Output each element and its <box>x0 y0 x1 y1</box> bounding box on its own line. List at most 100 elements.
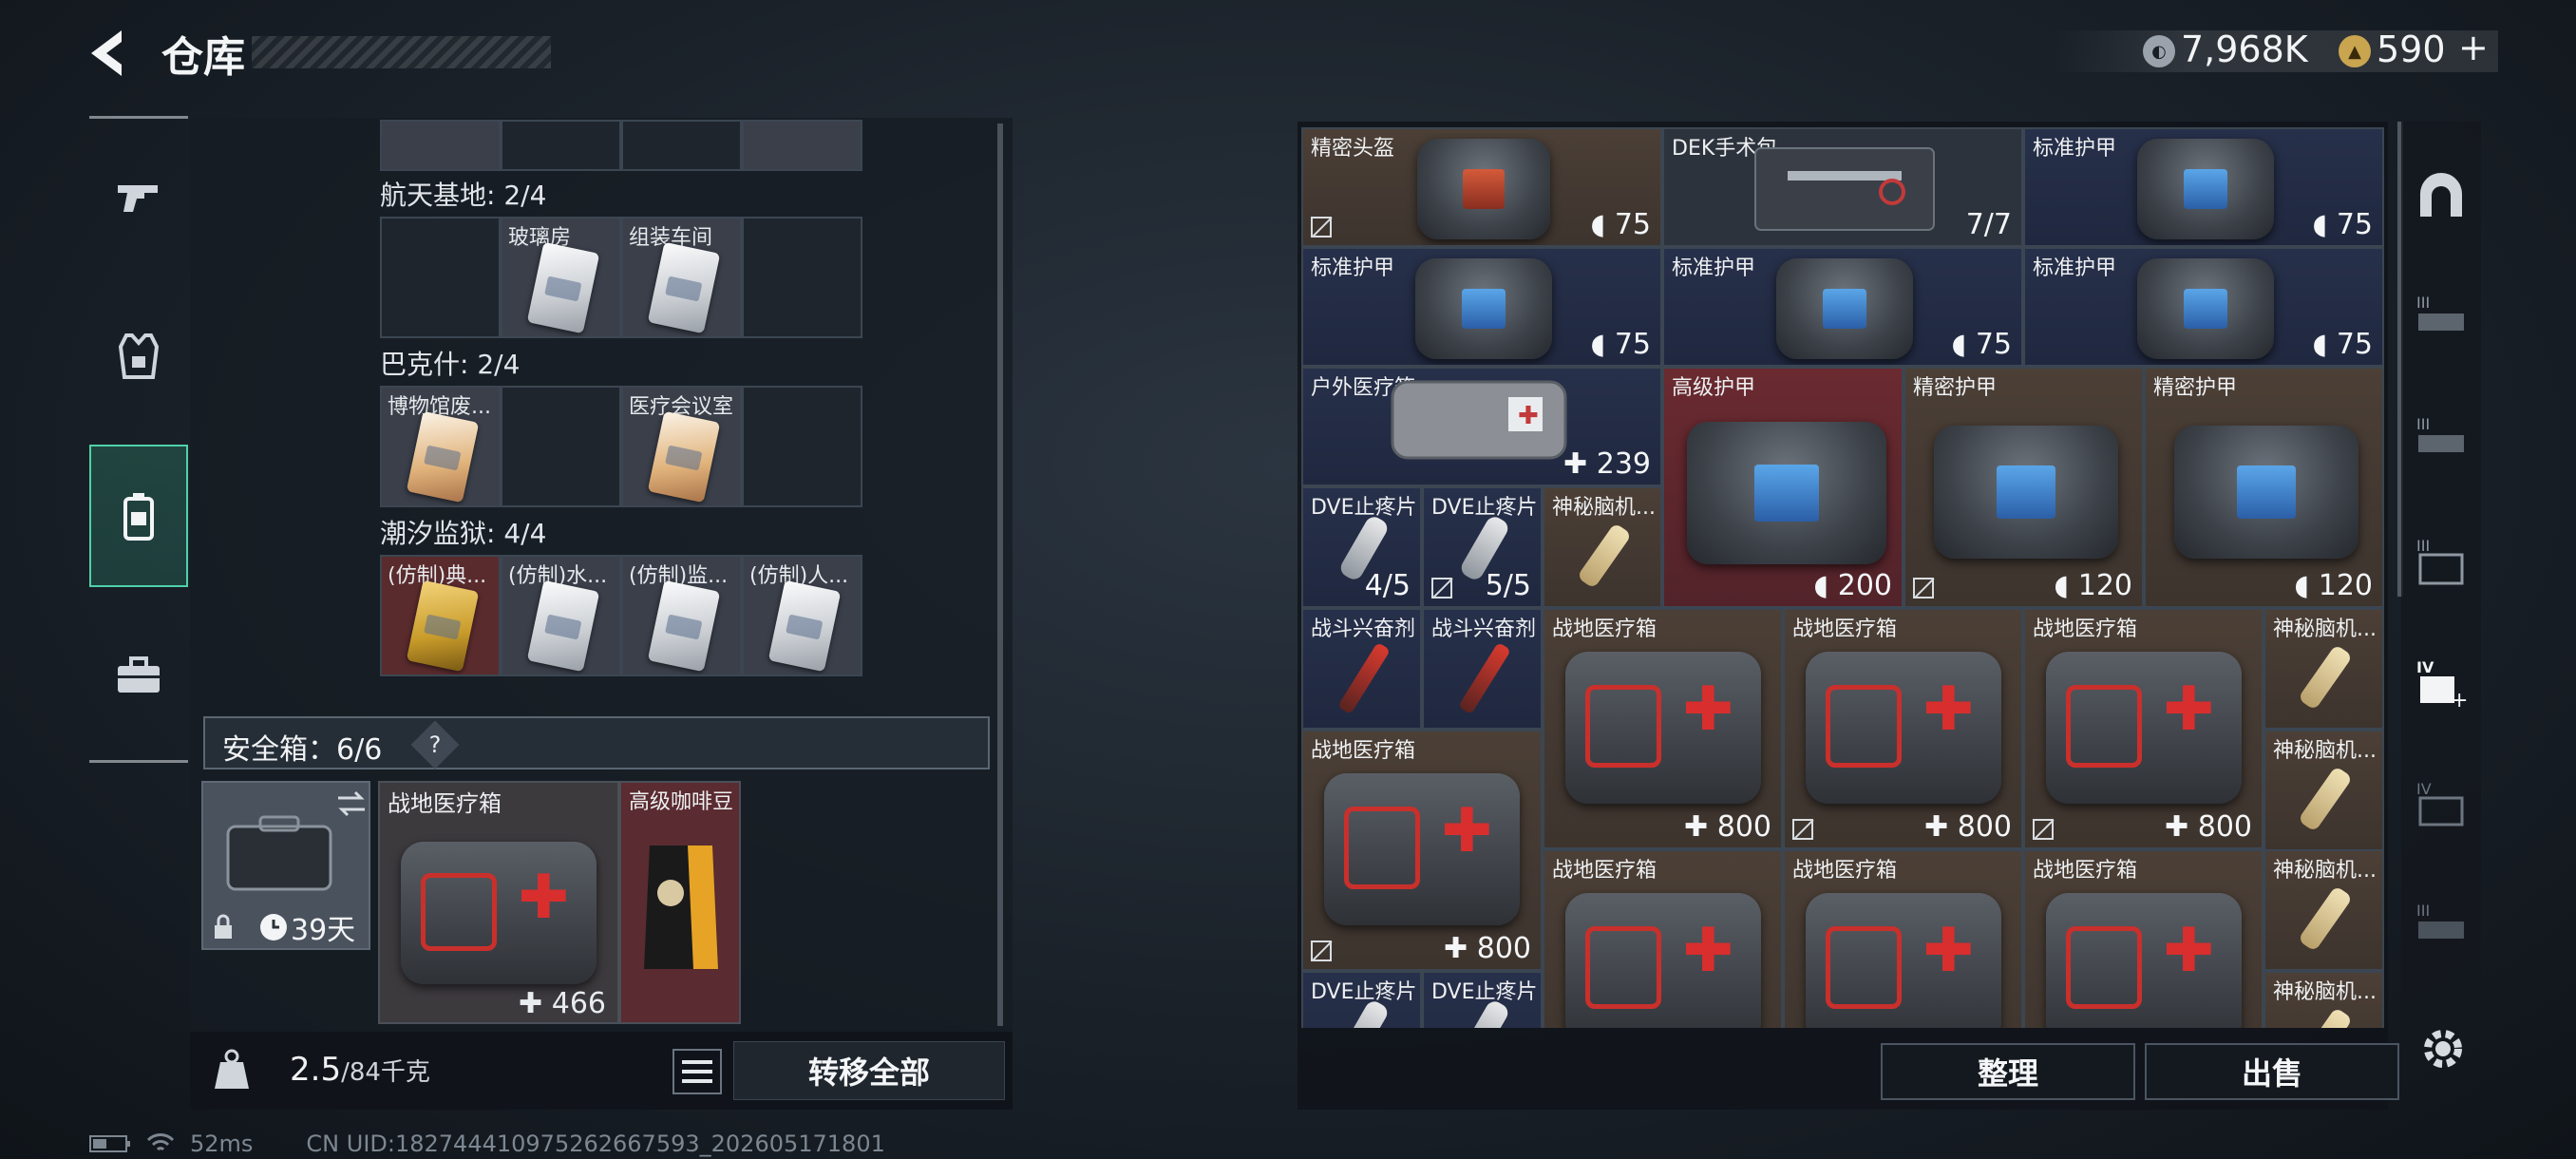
back-arrow-icon[interactable] <box>84 27 141 80</box>
keycard-icon <box>526 241 600 334</box>
title-decoration <box>252 36 551 68</box>
item-cell[interactable]: DEK手术包 7/7 <box>1662 127 2023 247</box>
durability: ◖ 75 <box>2312 328 2373 361</box>
left-scrollbar[interactable] <box>997 124 1003 1026</box>
item-cell[interactable]: 户外医疗箱 ✚ ✚ 239 <box>1301 367 1662 486</box>
item-name: 战地医疗箱 <box>1311 739 1416 763</box>
item-cell[interactable]: 战地医疗箱 ✚ 800 <box>1783 608 2023 849</box>
add-currency-button[interactable]: + <box>2458 27 2489 68</box>
item-slot[interactable] <box>621 120 742 171</box>
help-button[interactable]: ? <box>410 720 460 770</box>
item-cell[interactable]: 标准护甲 ◖ 75 <box>1662 247 2023 367</box>
item-cell[interactable]: 标准护甲 ◖ 75 <box>2023 247 2384 367</box>
item-cell[interactable]: 精密头盔 ◖ 75 <box>1301 127 1662 247</box>
item-slot[interactable]: (仿制)监... <box>621 555 742 676</box>
item-slot[interactable] <box>501 120 621 171</box>
safe-item-slot[interactable]: 战地医疗箱 ✚ 466 <box>378 781 619 1024</box>
swap-icon[interactable] <box>336 790 367 817</box>
medkit-icon <box>2046 652 2242 804</box>
category-nav <box>89 116 188 763</box>
days-remaining: 39天 <box>291 914 356 947</box>
item-cell[interactable]: 战地医疗箱 <box>2023 849 2263 1028</box>
item-cell[interactable]: 神秘脑机... <box>2263 849 2384 971</box>
storage-tab-iii-icon[interactable]: III <box>2415 291 2468 344</box>
surgery-kit-icon <box>1754 147 1935 231</box>
stimulant-icon <box>1458 641 1511 715</box>
uses: 5/5 <box>1485 569 1531 602</box>
page-title: 仓库 <box>161 33 245 82</box>
item-slot[interactable]: 组装车间 <box>621 217 742 338</box>
nav-case[interactable] <box>89 604 188 747</box>
storage-tab-iii-icon[interactable]: III <box>2415 412 2468 466</box>
item-cell[interactable]: DVE止疼片 <box>1422 971 1543 1028</box>
item-slot[interactable] <box>742 120 862 171</box>
item-slot[interactable] <box>501 386 621 507</box>
item-cell[interactable]: 战地医疗箱 ✚ 800 <box>1301 730 1543 971</box>
safe-case-slot[interactable]: 39天 <box>201 781 370 950</box>
help-icon: ? <box>428 732 442 758</box>
item-slot[interactable] <box>380 217 501 338</box>
category-label: 巴克什: 2/4 <box>380 349 521 380</box>
armor-icon <box>1934 426 2118 559</box>
safe-item-slot[interactable]: 高级咖啡豆 <box>619 781 741 1024</box>
item-cell[interactable]: 标准护甲 ◖ 75 <box>1301 247 1662 367</box>
medkit-icon <box>1565 893 1761 1028</box>
list-view-button[interactable] <box>672 1049 722 1094</box>
storage-tab-iv-icon[interactable]: IV <box>2415 777 2468 830</box>
nav-equipment[interactable] <box>89 285 188 428</box>
settings-gear-icon[interactable] <box>2418 1024 2468 1074</box>
item-cell[interactable]: 战斗兴奋剂 <box>1301 608 1422 730</box>
item-cell[interactable]: 神秘脑机... <box>1543 486 1662 608</box>
transfer-all-button[interactable]: 转移全部 <box>733 1041 1005 1100</box>
medkit-icon <box>401 842 597 984</box>
slot-row: 玻璃房 组装车间 <box>380 217 862 338</box>
svg-text:✚: ✚ <box>1518 402 1539 430</box>
item-cell[interactable]: 神秘脑机... <box>2263 608 2384 730</box>
sort-button[interactable]: 整理 <box>1881 1043 2135 1100</box>
item-value: ✚ 466 <box>519 987 606 1020</box>
item-cell[interactable]: 标准护甲 ◖ 75 <box>2023 127 2384 247</box>
item-slot[interactable] <box>380 120 501 171</box>
gold-amount: 590 <box>2377 28 2446 70</box>
sell-button[interactable]: 出售 <box>2145 1043 2399 1100</box>
item-cell[interactable]: 精密护甲 ◖ 120 <box>2144 367 2384 608</box>
item-slot[interactable] <box>742 386 862 507</box>
storage-tab-iii-icon[interactable]: III <box>2415 534 2468 587</box>
item-slot[interactable]: (仿制)水... <box>501 555 621 676</box>
nav-divider <box>89 116 188 119</box>
ping: 52ms <box>190 1130 254 1157</box>
svg-text:III: III <box>2416 415 2430 433</box>
nav-backpack[interactable] <box>89 445 188 587</box>
item-slot[interactable] <box>742 217 862 338</box>
item-cell[interactable]: 战地医疗箱 ✚ 800 <box>1543 608 1783 849</box>
item-name: 战地医疗箱 <box>1552 859 1657 883</box>
storage-tabs: III III III IV + IV III <box>2401 122 2481 1034</box>
storage-tab-iv-add-icon[interactable]: IV + <box>2415 656 2468 709</box>
item-cell[interactable]: 神秘脑机... <box>2263 971 2384 1028</box>
item-slot[interactable]: (仿制)典... <box>380 555 501 676</box>
item-cell[interactable]: 精密护甲 ◖ 120 <box>1904 367 2144 608</box>
item-cell[interactable]: 战地医疗箱 <box>1783 849 2023 1028</box>
item-name: 神秘脑机... <box>2273 739 2377 763</box>
item-cell[interactable]: 战斗兴奋剂 <box>1422 608 1543 730</box>
item-cell[interactable]: 神秘脑机... <box>2263 730 2384 851</box>
no-trade-icon <box>1792 819 1813 840</box>
keycard-icon <box>406 580 480 673</box>
item-cell[interactable]: DVE止疼片 4/5 <box>1301 486 1422 608</box>
item-slot[interactable]: 博物馆废... <box>380 386 501 507</box>
storage-tab-main-icon[interactable] <box>2415 169 2468 222</box>
item-slot[interactable]: 医疗会议室 <box>621 386 742 507</box>
item-cell[interactable]: 高级护甲 ◖ 200 <box>1662 367 1904 608</box>
item-name: 精密护甲 <box>2153 376 2238 400</box>
no-trade-icon <box>2033 819 2054 840</box>
no-trade-icon <box>1913 578 1934 598</box>
storage-tab-iii-icon[interactable]: III <box>2415 899 2468 952</box>
item-cell[interactable]: 战地医疗箱 <box>1543 849 1783 1028</box>
item-cell[interactable]: DVE止疼片 5/5 <box>1422 486 1543 608</box>
item-slot[interactable]: (仿制)人... <box>742 555 862 676</box>
item-slot[interactable]: 玻璃房 <box>501 217 621 338</box>
item-cell[interactable]: DVE止疼片 <box>1301 971 1422 1028</box>
item-cell[interactable]: 战地医疗箱 ✚ 800 <box>2023 608 2263 849</box>
item-name: 神秘脑机... <box>2273 980 2377 1004</box>
nav-weapons[interactable] <box>89 125 188 268</box>
